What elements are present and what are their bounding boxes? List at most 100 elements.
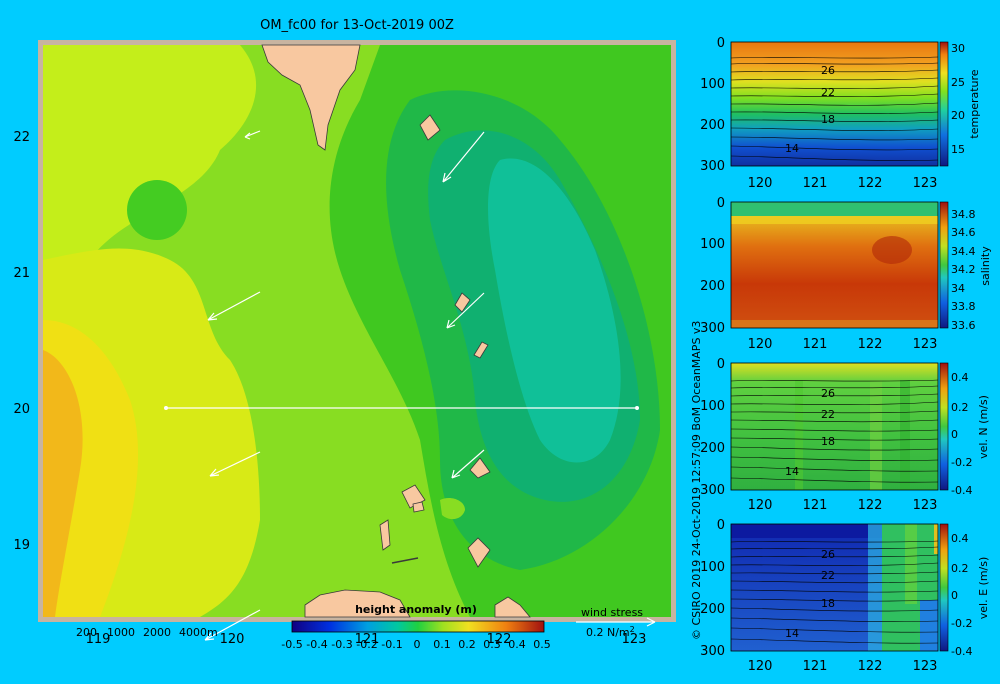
panel-colorbar (939, 523, 949, 652)
y-tick: 0 (717, 196, 725, 211)
colorbar-tick: 0.2 (458, 638, 476, 651)
colorbar-tick: 0.3 (483, 638, 501, 651)
contour-label: 26 (821, 64, 835, 77)
panel-x-ticks: 120 121 122 123 (748, 176, 938, 191)
cb-tick: 20 (951, 109, 965, 122)
panel-y-ticks: 0 100 200 300 (700, 36, 725, 174)
y-tick-label: 21 (13, 266, 30, 281)
y-tick-label: 22 (13, 130, 30, 145)
y-tick: 300 (700, 483, 725, 498)
x-tick: 121 (803, 337, 828, 352)
x-tick: 123 (913, 659, 938, 674)
panel-vel-e: 26 22 18 14 0.4 0.2 0 -0.2 -0.4 vel. E (… (700, 518, 990, 674)
panel-salinity: 34.8 34.6 34.4 34.2 34 33.8 33.6 salinit… (700, 196, 992, 352)
y-tick: 300 (700, 321, 725, 336)
cb-tick: -0.4 (951, 645, 972, 658)
cb-tick: 0.2 (951, 401, 969, 414)
colorbar-label: vel. N (m/s) (977, 395, 990, 459)
x-tick: 122 (858, 337, 883, 352)
cb-tick: 34.4 (951, 245, 976, 258)
y-tick: 200 (700, 602, 725, 617)
y-tick: 0 (717, 518, 725, 533)
y-tick: 300 (700, 644, 725, 659)
cb-tick: 34.2 (951, 263, 976, 276)
cb-tick: 34 (951, 282, 965, 295)
panel-x-ticks: 120 121 122 123 (748, 498, 938, 513)
colorbar-tick: 0 (414, 638, 421, 651)
map-title: OM_fc00 for 13-Oct-2019 00Z (260, 18, 454, 33)
cb-tick: 25 (951, 76, 965, 89)
y-tick: 200 (700, 279, 725, 294)
cb-tick: 34.6 (951, 226, 976, 239)
colorbar-label: vel. E (m/s) (977, 557, 990, 620)
colorbar-tick: 0.5 (533, 638, 551, 651)
contour-label: 14 (785, 142, 799, 155)
cb-tick: 0.4 (951, 371, 969, 384)
contour-label: 22 (821, 408, 835, 421)
figure: OM_fc00 for 13-Oct-2019 00Z 119 120 121 … (13, 18, 992, 674)
colorbar-label: salinity (979, 246, 992, 286)
cb-tick: 0.4 (951, 532, 969, 545)
cb-tick: 15 (951, 143, 965, 156)
depth-label: 4000m (179, 626, 218, 639)
contour-label: 22 (821, 86, 835, 99)
contour-label: 26 (821, 548, 835, 561)
cb-tick: 0 (951, 589, 958, 602)
colorbar-tick: 0.4 (508, 638, 526, 651)
x-tick: 121 (803, 176, 828, 191)
map-y-ticks: 22 21 20 19 (13, 130, 30, 553)
y-tick: 300 (700, 159, 725, 174)
cb-tick: 0.2 (951, 562, 969, 575)
y-tick: 100 (700, 399, 725, 414)
panel-colorbar-ticks: 30 25 20 15 (951, 42, 965, 156)
colorbar-tick: -0.3 (331, 638, 352, 651)
depth-label: 200 (76, 626, 97, 639)
y-tick: 0 (717, 357, 725, 372)
contour-label: 22 (821, 569, 835, 582)
x-tick: 120 (748, 659, 773, 674)
x-tick: 120 (748, 337, 773, 352)
cb-tick: -0.2 (951, 617, 972, 630)
cb-tick: 33.6 (951, 319, 976, 332)
panel-y-ticks: 0 100 200 300 (700, 196, 725, 336)
y-tick: 100 (700, 77, 725, 92)
panel-temperature: 26 22 18 14 30 25 20 15 temperature 0 10… (700, 36, 981, 191)
depth-label: 1000 (107, 626, 135, 639)
x-tick: 121 (803, 498, 828, 513)
panel-colorbar (939, 41, 949, 167)
panel-x-ticks: 120 121 122 123 (748, 659, 938, 674)
x-tick: 122 (858, 498, 883, 513)
colorbar-tick: -0.1 (381, 638, 402, 651)
credit-text: © CSIRO 2019 24-Oct-2019 12:57:09 BoM Oc… (690, 321, 703, 640)
y-tick-label: 19 (13, 538, 30, 553)
panel-y-ticks: 0 100 200 300 (700, 518, 725, 659)
x-tick: 120 (748, 498, 773, 513)
contour-label: 14 (785, 627, 799, 640)
panel-colorbar-ticks: 34.8 34.6 34.4 34.2 34 33.8 33.6 (951, 208, 976, 332)
colorbar-tick: -0.5 (281, 638, 302, 651)
x-tick: 123 (913, 498, 938, 513)
x-tick: 123 (913, 337, 938, 352)
panel-colorbar-ticks: 0.4 0.2 0 -0.2 -0.4 (951, 532, 972, 658)
panel-x-ticks: 120 121 122 123 (748, 337, 938, 352)
y-tick-label: 20 (13, 402, 30, 417)
y-tick: 200 (700, 441, 725, 456)
x-tick: 123 (913, 176, 938, 191)
wind-stress-label: wind stress (581, 606, 643, 619)
contour-label: 18 (821, 435, 835, 448)
contour-label: 18 (821, 597, 835, 610)
y-tick: 0 (717, 36, 725, 51)
x-tick: 122 (858, 176, 883, 191)
colorbar-ticks: -0.5 -0.4 -0.3 -0.2 -0.1 0 0.1 0.2 0.3 0… (281, 638, 550, 651)
panel-colorbar-ticks: 0.4 0.2 0 -0.2 -0.4 (951, 371, 972, 497)
x-tick: 121 (803, 659, 828, 674)
wind-scale-label: 0.2 N/m2 (586, 625, 635, 639)
colorbar-title: height anomaly (m) (355, 603, 477, 616)
depth-label: 2000 (143, 626, 171, 639)
contour-label: 14 (785, 465, 799, 478)
panel-vel-n: 26 22 18 14 0.4 0.2 0 -0.2 -0.4 vel. N (… (700, 357, 990, 513)
cb-tick: -0.2 (951, 456, 972, 469)
y-tick: 100 (700, 560, 725, 575)
x-tick: 122 (858, 659, 883, 674)
colorbar-tick: -0.2 (356, 638, 377, 651)
